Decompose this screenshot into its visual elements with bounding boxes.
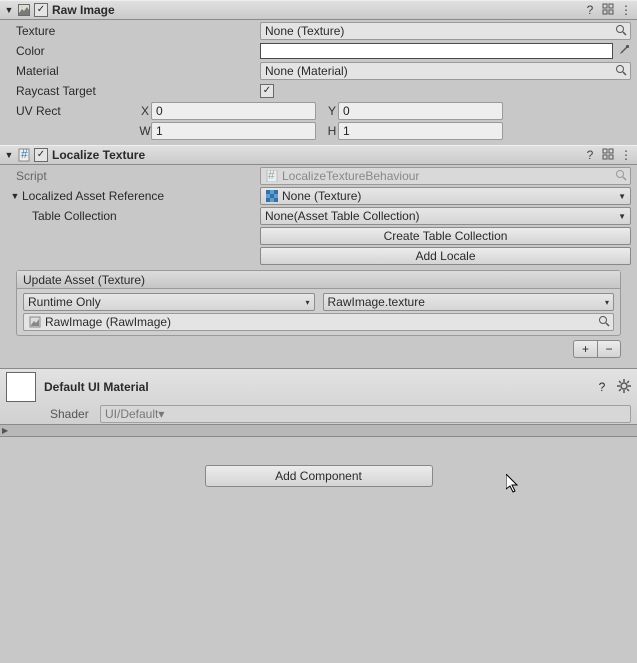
shader-value: UI/Default [105, 407, 158, 421]
raycast-checkbox[interactable]: ✓ [260, 84, 274, 98]
context-menu-icon[interactable]: ⋮ [619, 148, 633, 162]
event-calltype-dropdown[interactable]: Runtime Only ▾ [23, 293, 315, 311]
raw-image-body: Texture None (Texture) Color Material No… [0, 20, 637, 145]
table-collection-value: None(Asset Table Collection) [265, 209, 420, 223]
texture-icon [265, 189, 279, 203]
uv-w-input[interactable] [151, 122, 316, 140]
rawimage-icon [28, 315, 42, 329]
texture-label: Texture [6, 24, 260, 38]
material-section: Default UI Material ? Shader UI/Default … [0, 368, 637, 425]
uv-h-input[interactable] [338, 122, 503, 140]
event-list-buttons: + − [6, 340, 631, 358]
table-collection-label: Table Collection [6, 209, 260, 223]
color-label: Color [6, 44, 260, 58]
remove-listener-button[interactable]: − [597, 340, 621, 358]
event-header: Update Asset (Texture) [17, 271, 620, 289]
uv-h-prefix: H [326, 124, 338, 138]
update-asset-event-box: Update Asset (Texture) Runtime Only ▾ Ra… [16, 270, 621, 336]
shader-label: Shader [50, 407, 94, 421]
chevron-down-icon: ▾ [605, 298, 609, 307]
shader-dropdown: UI/Default ▾ [100, 405, 631, 423]
material-label: Material [6, 64, 260, 78]
svg-text:#: # [21, 147, 28, 161]
object-picker-icon[interactable] [615, 24, 627, 36]
chevron-down-icon: ▾ [305, 298, 309, 307]
event-function-dropdown[interactable]: RawImage.texture ▾ [323, 293, 615, 311]
object-picker-icon [615, 169, 627, 181]
event-object-value: RawImage (RawImage) [45, 315, 171, 329]
material-preview-strip[interactable]: ▶ [0, 425, 637, 437]
help-icon[interactable]: ? [595, 380, 609, 394]
color-field[interactable] [260, 43, 613, 59]
gear-icon[interactable] [617, 379, 631, 396]
preset-icon[interactable] [601, 148, 615, 163]
eyedropper-icon[interactable] [615, 43, 631, 59]
uv-y-input[interactable] [338, 102, 503, 120]
uv-x-prefix: X [139, 104, 151, 118]
create-table-collection-button[interactable]: Create Table Collection [260, 227, 631, 245]
object-picker-icon[interactable] [598, 315, 610, 327]
localize-enable-checkbox[interactable]: ✓ [34, 148, 48, 162]
expand-preview-icon[interactable]: ▶ [2, 426, 8, 435]
raycast-label: Raycast Target [6, 84, 260, 98]
uv-w-prefix: W [139, 124, 151, 138]
add-component-button[interactable]: Add Component [205, 465, 433, 487]
foldout-icon[interactable]: ▼ [10, 191, 20, 201]
material-field[interactable]: None (Material) [260, 62, 631, 80]
material-preview-icon [6, 372, 36, 402]
localize-texture-header[interactable]: ▼ # ✓ Localize Texture ? ⋮ [0, 145, 637, 165]
texture-field[interactable]: None (Texture) [260, 22, 631, 40]
table-collection-dropdown[interactable]: None(Asset Table Collection) ▼ [260, 207, 631, 225]
script-value: LocalizeTextureBehaviour [282, 169, 419, 183]
foldout-icon[interactable]: ▼ [4, 5, 14, 15]
help-icon[interactable]: ? [583, 3, 597, 17]
script-label: Script [6, 169, 260, 183]
localized-asset-ref-value: None (Texture) [282, 189, 361, 203]
script-component-icon: # [16, 147, 32, 163]
localized-asset-ref-dropdown[interactable]: None (Texture) ▼ [260, 187, 631, 205]
texture-value: None (Texture) [265, 24, 344, 38]
component-title: Raw Image [52, 3, 581, 17]
context-menu-icon[interactable]: ⋮ [619, 3, 633, 17]
add-locale-button[interactable]: Add Locale [260, 247, 631, 265]
preset-icon[interactable] [601, 3, 615, 18]
uv-x-input[interactable] [151, 102, 316, 120]
chevron-down-icon: ▼ [618, 212, 626, 221]
rawimage-component-icon [16, 2, 32, 18]
uv-y-prefix: Y [326, 104, 338, 118]
raw-image-enable-checkbox[interactable]: ✓ [34, 3, 48, 17]
foldout-icon[interactable]: ▼ [4, 150, 14, 160]
material-name: Default UI Material [44, 380, 587, 394]
uvrect-label: UV Rect [6, 104, 139, 118]
component-title: Localize Texture [52, 148, 581, 162]
chevron-down-icon: ▼ [618, 192, 626, 201]
add-listener-button[interactable]: + [573, 340, 597, 358]
csharp-script-icon: # [265, 169, 279, 183]
localized-asset-ref-label: Localized Asset Reference [22, 189, 164, 203]
chevron-down-icon: ▾ [158, 407, 164, 421]
event-mode-value: Runtime Only [28, 295, 101, 309]
material-value: None (Material) [265, 64, 348, 78]
help-icon[interactable]: ? [583, 148, 597, 162]
event-target-object-field[interactable]: RawImage (RawImage) [23, 313, 614, 331]
object-picker-icon[interactable] [615, 64, 627, 76]
svg-text:#: # [268, 170, 275, 182]
script-field: # LocalizeTextureBehaviour [260, 167, 631, 185]
event-function-value: RawImage.texture [328, 295, 425, 309]
localize-texture-body: Script # LocalizeTextureBehaviour ▼ Loca… [0, 165, 637, 368]
raw-image-header[interactable]: ▼ ✓ Raw Image ? ⋮ [0, 0, 637, 20]
